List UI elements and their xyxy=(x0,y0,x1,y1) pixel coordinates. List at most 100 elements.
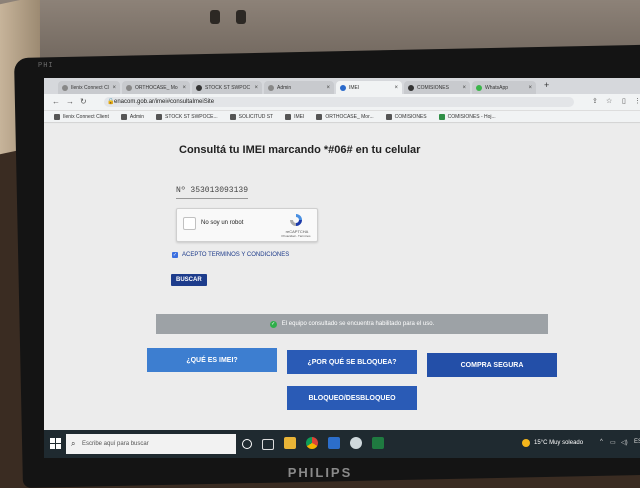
bookmark-ilenix[interactable]: Ilenix Connect Client xyxy=(54,113,109,120)
volume-icon[interactable]: ◁) xyxy=(621,439,628,446)
imei-input[interactable]: Nº 353013093139 xyxy=(176,186,248,199)
what-is-imei-button[interactable]: ¿QUÉ ES IMEI? xyxy=(147,348,277,372)
task-view-icon[interactable] xyxy=(262,439,274,450)
windows-start-icon[interactable] xyxy=(50,438,61,449)
bookmark-icon xyxy=(316,113,323,120)
wall-hook xyxy=(210,10,220,24)
recaptcha-logo-icon xyxy=(290,214,302,226)
monitor-top-label: PHI xyxy=(38,62,54,70)
favicon-icon xyxy=(408,84,414,91)
network-icon[interactable]: ▭ xyxy=(610,439,616,446)
bookmark-icon xyxy=(120,113,127,120)
chevron-up-icon[interactable]: ^ xyxy=(600,439,603,445)
block-unblock-button[interactable]: BLOQUEO/DESBLOQUEO xyxy=(287,386,417,410)
lock-icon: 🔒 xyxy=(107,99,115,105)
tab-label: IMEI xyxy=(349,84,360,91)
bookmark-imei[interactable]: IMEI xyxy=(285,113,305,120)
address-bar-row: ← → ↻ 🔒 enacom.gob.ar/imei#consultaImeiS… xyxy=(44,94,640,111)
favicon-icon xyxy=(62,84,68,91)
secure-purchase-button[interactable]: COMPRA SEGURA xyxy=(427,353,557,377)
sidepanel-icon[interactable]: ▯ xyxy=(622,97,626,105)
search-button[interactable]: BUSCAR xyxy=(171,274,207,286)
app-icon[interactable] xyxy=(350,437,362,449)
taskbar: ⌕ Escribe aquí para buscar 15°C Muy sole… xyxy=(44,430,640,458)
weather-widget[interactable]: 15°C Muy soleado xyxy=(522,439,583,447)
bookmark-solicitud[interactable]: SOLICITUD ST xyxy=(229,113,274,120)
monitor-screen: Ilenix Connect Cl × ORTHOCASE_ Mo × STOC… xyxy=(44,78,640,458)
forward-arrow-icon[interactable]: → xyxy=(66,97,74,106)
close-icon[interactable]: × xyxy=(326,85,330,91)
recaptcha-checkbox[interactable] xyxy=(183,217,196,230)
bookmark-label: IMEI xyxy=(294,113,305,120)
bookmark-icon xyxy=(385,113,392,120)
bookmark-icon xyxy=(285,113,292,120)
recaptcha-links[interactable]: Privacidad - Términos xyxy=(275,234,317,238)
tab-label: COMISIONES xyxy=(417,84,449,91)
wall-hook xyxy=(236,10,246,24)
chrome-icon[interactable] xyxy=(306,437,318,449)
star-icon[interactable]: ☆ xyxy=(606,97,612,105)
tab-whatsapp[interactable]: WhatsApp × xyxy=(472,81,536,94)
favicon-icon xyxy=(126,84,132,91)
monitor-brand: PHILIPS xyxy=(287,465,353,480)
close-icon[interactable]: × xyxy=(462,85,466,91)
bookmark-stock[interactable]: STOCK ST SWPOCE... xyxy=(156,113,218,120)
favicon-icon xyxy=(196,84,202,91)
bookmark-comisiones-hoja[interactable]: COMISIONES - Hoj... xyxy=(438,113,496,120)
tab-stock[interactable]: STOCK ST SWPOC × xyxy=(192,81,262,94)
checkbox-checked-icon[interactable]: ✓ xyxy=(172,252,178,258)
taskbar-search-placeholder: Escribe aquí para buscar xyxy=(82,441,149,447)
close-icon[interactable]: × xyxy=(182,85,186,91)
tab-admin[interactable]: Admin × xyxy=(264,81,334,94)
menu-icon[interactable]: ⋮ xyxy=(634,97,640,105)
url-field[interactable]: 🔒 enacom.gob.ar/imei#consultaImeiSite xyxy=(104,97,574,107)
bookmark-admin[interactable]: Admin xyxy=(120,113,145,120)
weather-text: 15°C Muy soleado xyxy=(534,440,584,446)
bookmark-label: ORTHOCASE_ Mor... xyxy=(325,113,374,120)
bookmark-orthocase[interactable]: ORTHOCASE_ Mor... xyxy=(316,113,374,120)
status-text: El equipo consultado se encuentra habili… xyxy=(281,321,435,327)
why-blocked-button[interactable]: ¿POR QUÉ SE BLOQUEA? xyxy=(287,350,417,374)
sun-icon xyxy=(522,439,530,447)
page-title: Consultá tu IMEI marcando *#06# en tu ce… xyxy=(179,144,421,156)
tab-orthocase[interactable]: ORTHOCASE_ Mo × xyxy=(122,81,190,94)
sheets-icon xyxy=(438,113,445,120)
close-icon[interactable]: × xyxy=(254,85,258,91)
check-circle-icon: ✓ xyxy=(269,320,277,328)
search-icon: ⌕ xyxy=(71,439,76,448)
tab-label: WhatsApp xyxy=(485,84,509,91)
close-icon[interactable]: × xyxy=(394,85,398,91)
new-tab-button[interactable]: + xyxy=(544,80,549,90)
bookmark-icon xyxy=(54,113,60,120)
tab-label: Admin xyxy=(277,84,292,91)
favicon-icon xyxy=(268,84,274,91)
status-message: ✓ El equipo consultado se encuentra habi… xyxy=(156,314,548,334)
taskbar-search-box[interactable]: ⌕ Escribe aquí para buscar xyxy=(66,434,236,454)
bookmark-label: SOLICITUD ST xyxy=(238,113,274,120)
bookmark-comisiones[interactable]: COMISIONES xyxy=(385,113,427,120)
recaptcha-widget: No soy un robot reCAPTCHA Privacidad - T… xyxy=(176,208,318,242)
tab-comisiones[interactable]: COMISIONES × xyxy=(404,81,470,94)
share-icon[interactable]: ⇪ xyxy=(592,97,598,105)
language-indicator[interactable]: ES xyxy=(634,439,640,445)
tab-imei[interactable]: IMEI × xyxy=(336,81,402,94)
excel-icon[interactable] xyxy=(372,437,384,449)
app-icon[interactable] xyxy=(328,437,340,449)
reload-icon[interactable]: ↻ xyxy=(80,97,87,106)
bookmark-label: COMISIONES - Hoj... xyxy=(447,113,496,120)
bookmarks-bar: Ilenix Connect Client Admin STOCK ST SWP… xyxy=(44,111,640,123)
bookmark-label: Admin xyxy=(129,113,145,120)
bookmark-icon xyxy=(229,113,236,120)
close-icon[interactable]: × xyxy=(112,85,116,91)
bookmark-label: Ilenix Connect Client xyxy=(63,113,109,120)
back-arrow-icon[interactable]: ← xyxy=(52,97,60,106)
tab-ilenix[interactable]: Ilenix Connect Cl × xyxy=(58,81,120,94)
terms-checkbox-row[interactable]: ✓ ACEPTO TERMINOS Y CONDICIONES xyxy=(172,252,289,258)
recaptcha-label: No soy un robot xyxy=(201,220,244,226)
whatsapp-icon xyxy=(476,84,482,91)
url-text: enacom.gob.ar/imei#consultaImeiSite xyxy=(114,99,215,105)
cortana-icon[interactable] xyxy=(242,439,252,449)
bookmark-icon xyxy=(156,113,163,120)
close-icon[interactable]: × xyxy=(528,85,532,91)
file-explorer-icon[interactable] xyxy=(284,437,296,449)
